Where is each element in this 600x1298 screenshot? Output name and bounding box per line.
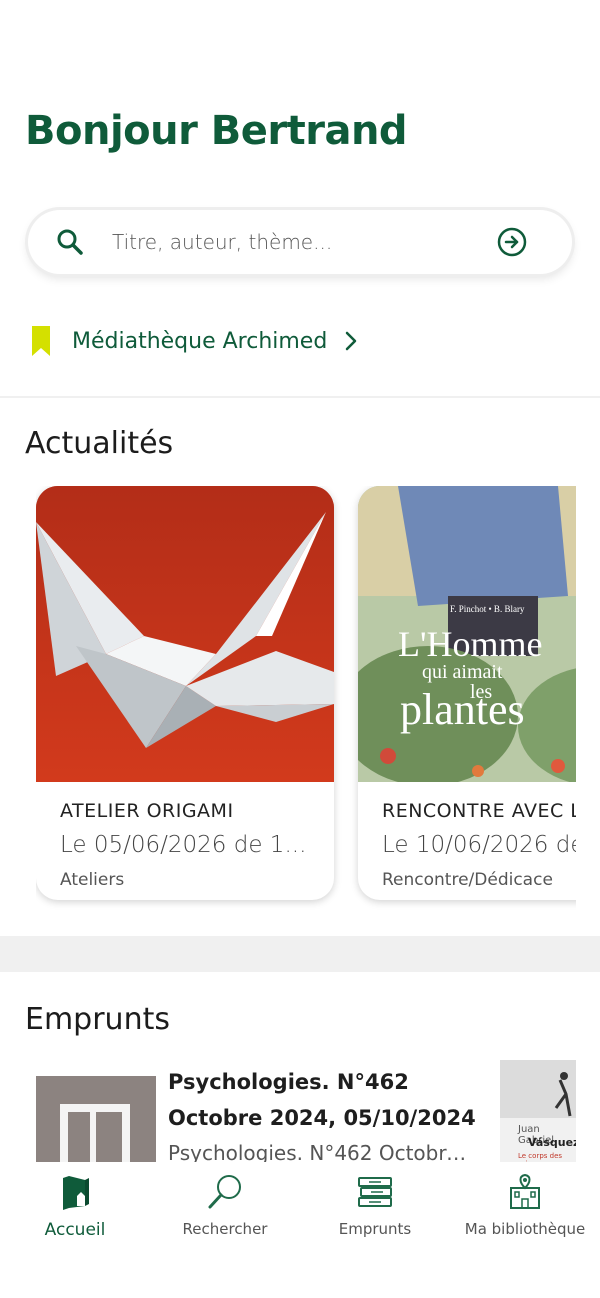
greeting-title: Bonjour Bertrand	[25, 108, 408, 154]
news-section-title: Actualités	[25, 426, 174, 461]
search-bar[interactable]	[28, 210, 572, 274]
cover-author-last: Vásquez	[528, 1136, 576, 1149]
svg-text:qui aimait: qui aimait	[422, 661, 503, 683]
tab-accueil[interactable]: Accueil	[0, 1172, 150, 1242]
bottom-tab-bar: Accueil Rechercher Emprunts Ma bibliothè…	[0, 1162, 600, 1298]
search-icon[interactable]	[54, 226, 86, 258]
search-input[interactable]	[112, 222, 492, 262]
news-card-category: Ateliers	[60, 870, 125, 890]
books-stack-icon	[358, 1177, 392, 1207]
news-card-title: ATELIER ORIGAMI	[60, 800, 234, 822]
tab-emprunts[interactable]: Emprunts	[300, 1172, 450, 1242]
tab-label: Emprunts	[338, 1220, 412, 1238]
news-card-title: RENCONTRE AVEC LE	[382, 800, 576, 822]
library-selector[interactable]: Médiathèque Archimed	[30, 322, 359, 360]
tab-label: Accueil	[44, 1220, 106, 1240]
origami-crane-image	[36, 486, 334, 782]
svg-text:F. Pinchot • B. Blary: F. Pinchot • B. Blary	[450, 604, 525, 614]
home-book-icon	[63, 1176, 89, 1210]
loan-cover-image[interactable]	[36, 1076, 156, 1172]
tab-label: Ma bibliothèque	[464, 1220, 586, 1238]
news-card-date: Le 10/06/2026 de	[382, 832, 576, 858]
tab-label: Rechercher	[182, 1220, 268, 1238]
bookmark-icon	[32, 326, 50, 356]
loan-cover-image[interactable]: Juan Gabriel Vásquez Le corps des ruines	[500, 1060, 576, 1172]
loans-section-title: Emprunts	[25, 1002, 170, 1037]
svg-text:plantes: plantes	[400, 685, 525, 734]
loan-title: Psychologies. N°462 Octobre 2024, 05/10/…	[168, 1070, 476, 1130]
arrow-right-circle-icon[interactable]	[496, 226, 528, 258]
magnifier-icon	[208, 1175, 241, 1209]
library-building-icon	[510, 1173, 540, 1209]
news-card[interactable]: F. Pinchot • B. Blary L'Homme qui aimait…	[358, 486, 576, 900]
news-card[interactable]: ATELIER ORIGAMI Le 05/06/2026 de 1... At…	[36, 486, 334, 900]
home-header: Bonjour Bertrand Médiathèque Archimed	[0, 0, 600, 396]
svg-text:L'Homme: L'Homme	[398, 624, 542, 664]
news-carousel[interactable]: ATELIER ORIGAMI Le 05/06/2026 de 1... At…	[36, 486, 576, 926]
news-section: Actualités ATELIER ORIGAMI Le 05/06/2026…	[0, 398, 600, 936]
library-name[interactable]: Médiathèque Archimed	[72, 329, 327, 354]
news-card-date: Le 05/06/2026 de 1...	[60, 832, 307, 858]
news-card-category: Rencontre/Dédicace	[382, 870, 553, 890]
loan-item[interactable]: Psychologies. N°462 Octobre 2024, 05/10/…	[168, 1064, 478, 1168]
loans-section: Emprunts Psychologies. N°462 Octobre 202…	[0, 972, 600, 1172]
tab-rechercher[interactable]: Rechercher	[150, 1172, 300, 1242]
chevron-right-icon[interactable]	[343, 330, 359, 352]
tab-ma-bibliotheque[interactable]: Ma bibliothèque	[450, 1172, 600, 1242]
book-cover-image: F. Pinchot • B. Blary L'Homme qui aimait…	[358, 486, 576, 782]
